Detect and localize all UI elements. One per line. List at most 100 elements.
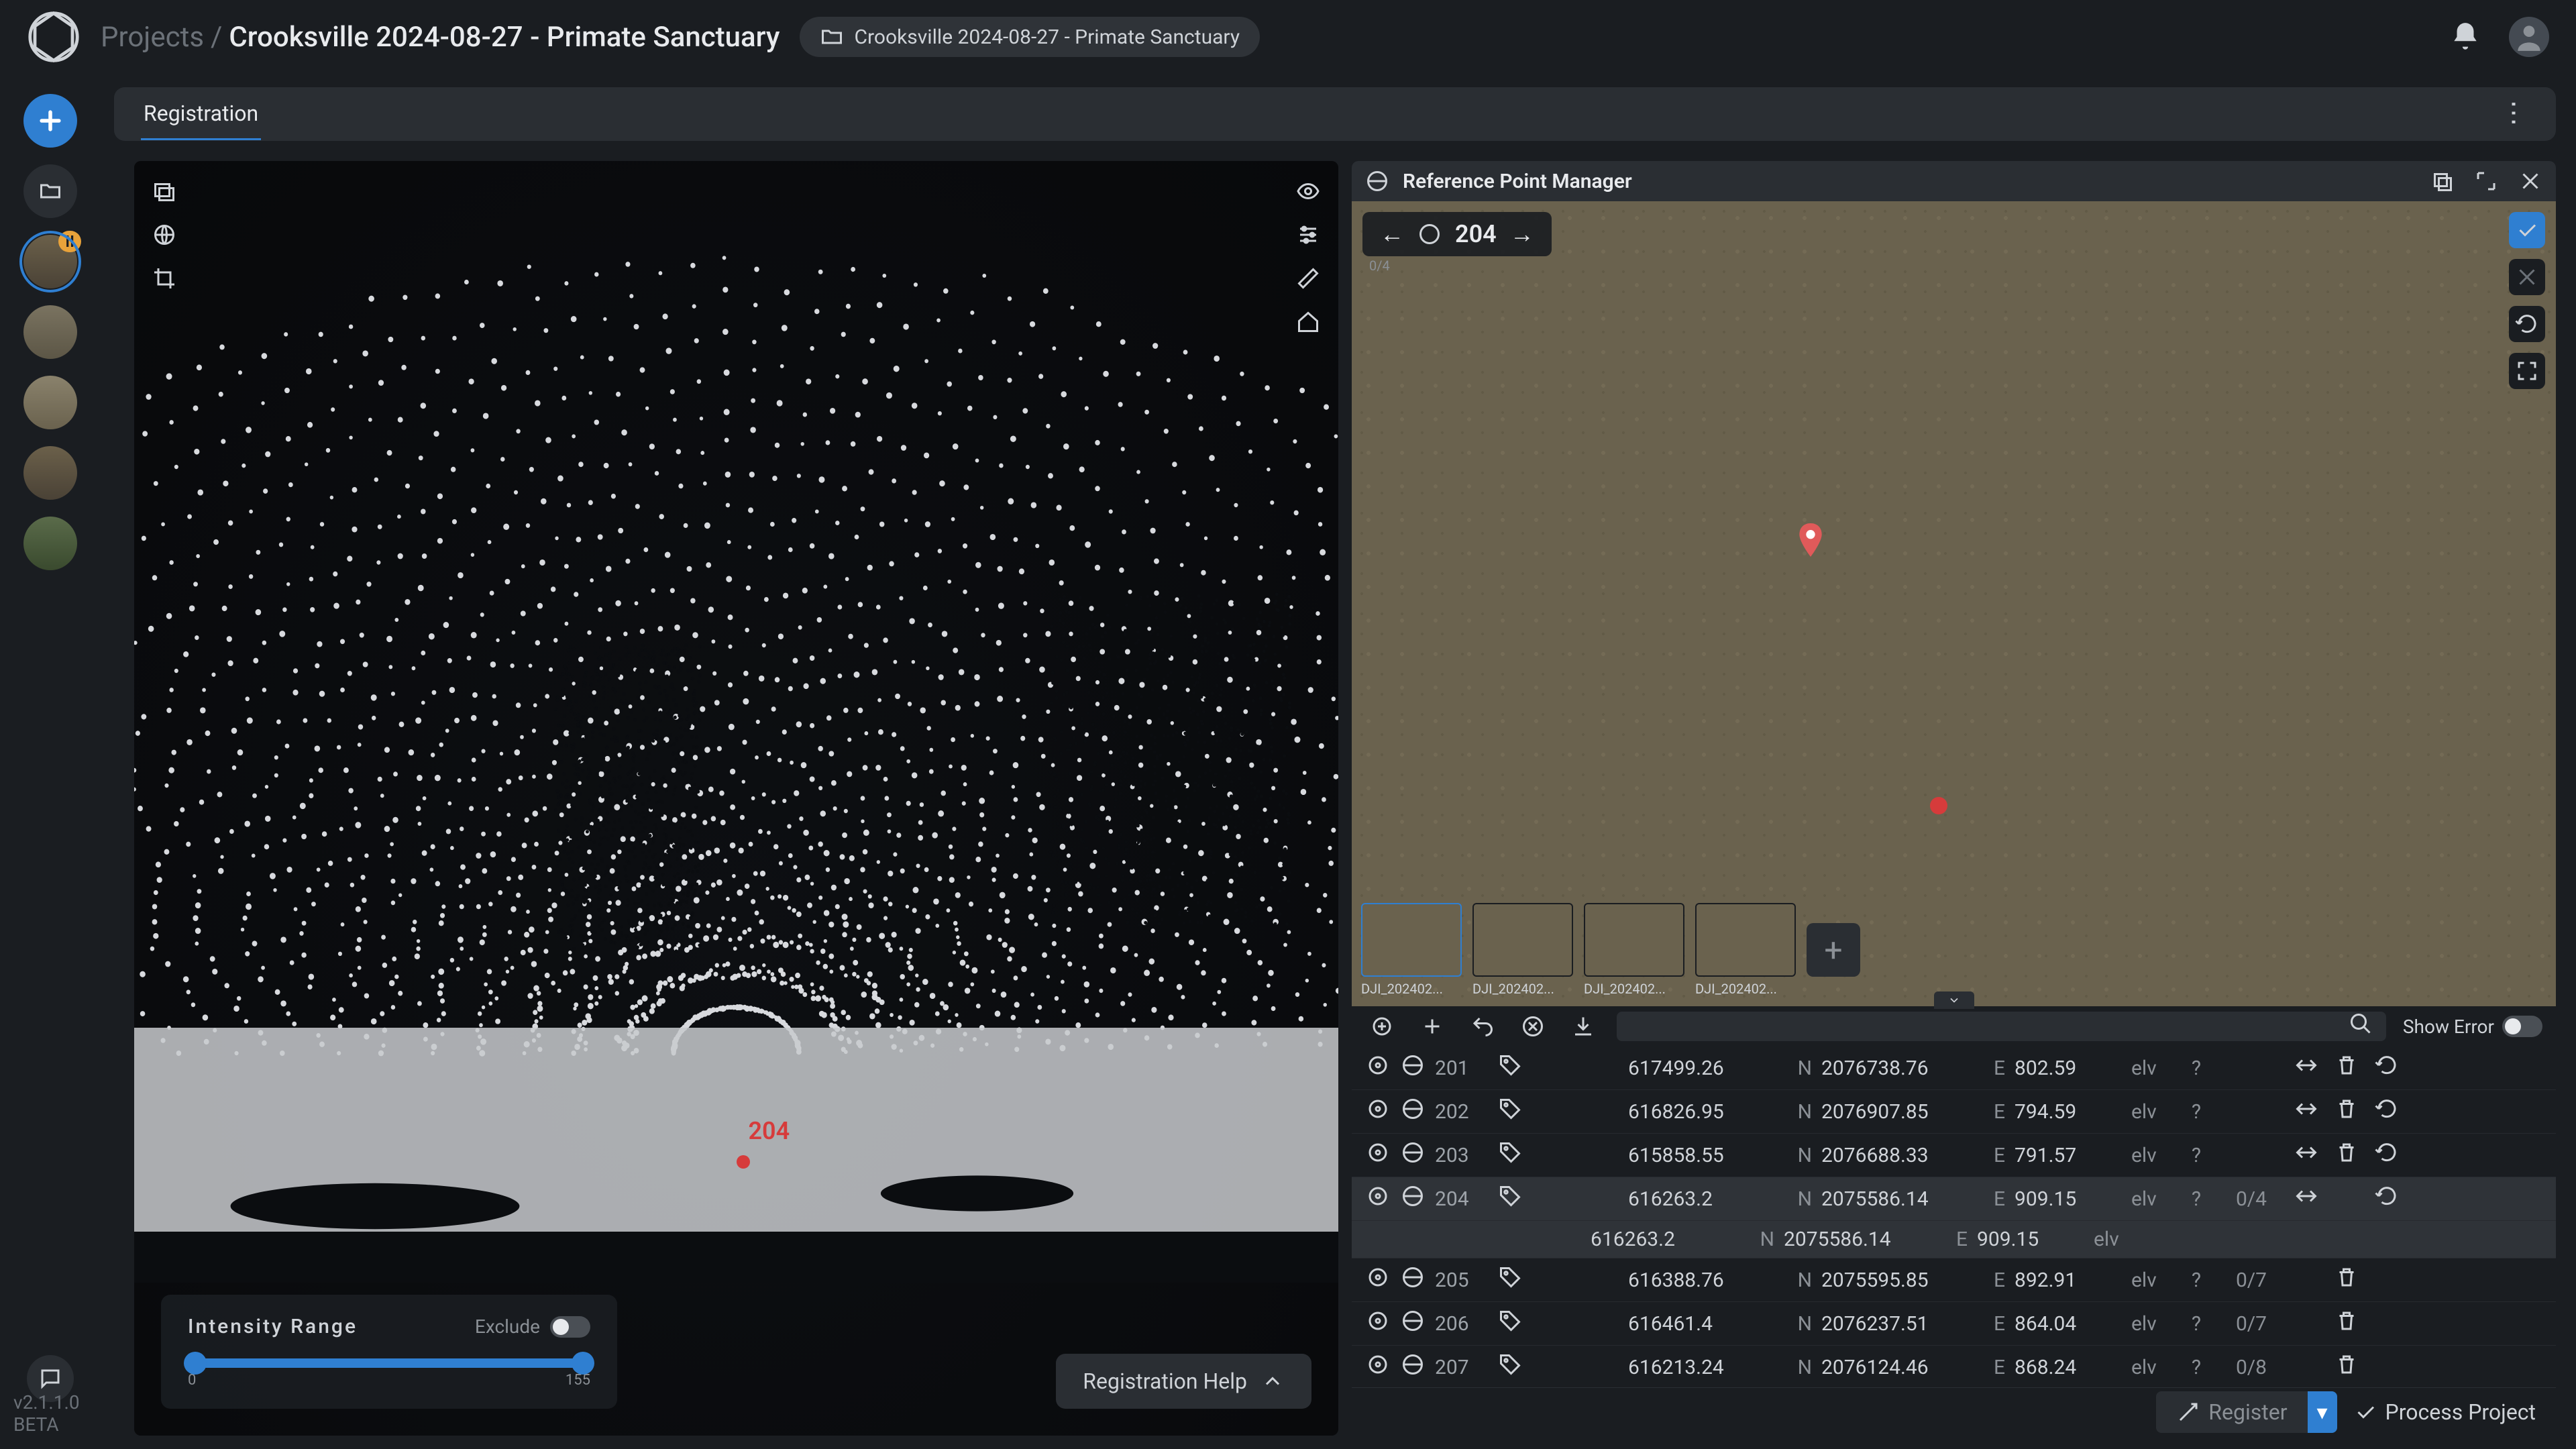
table-row[interactable]: 207 616213.24 N 2076124.46 E 868.24 elv …: [1352, 1346, 2556, 1387]
eye-icon[interactable]: [1291, 174, 1325, 208]
close-icon[interactable]: [2518, 169, 2542, 193]
crop-icon[interactable]: [148, 262, 181, 295]
download-icon[interactable]: [1566, 1010, 1600, 1043]
ref-image-viewer[interactable]: ← 204 → 0/4 DJI_202402... DJI_202402... …: [1352, 201, 2556, 1006]
nav-next-icon[interactable]: →: [1510, 220, 1534, 248]
slider-handle-min[interactable]: [184, 1352, 207, 1375]
info-icon[interactable]: ?: [2181, 1100, 2212, 1124]
target-icon[interactable]: [1365, 1352, 1391, 1382]
ref-marker-2[interactable]: [1930, 797, 1947, 814]
info-icon[interactable]: ?: [2181, 1144, 2212, 1167]
ref-pin-icon[interactable]: [1797, 523, 1824, 562]
trash-icon[interactable]: [2331, 1309, 2362, 1338]
chevron-down-icon[interactable]: [1934, 991, 1974, 1009]
reset-icon[interactable]: [2371, 1053, 2402, 1083]
globe-icon[interactable]: [1400, 1097, 1426, 1126]
project-chip[interactable]: Crooksville 2024-08-27 - Primate Sanctua…: [800, 17, 1260, 57]
expand-icon[interactable]: [2474, 169, 2498, 193]
tag-icon[interactable]: [1498, 1097, 1619, 1126]
tag-icon[interactable]: [1498, 1184, 1619, 1214]
globe-icon[interactable]: [1400, 1184, 1426, 1214]
globe-icon[interactable]: [1400, 1309, 1426, 1338]
trash-icon[interactable]: [2331, 1265, 2362, 1295]
adjust-icon[interactable]: [2291, 1140, 2322, 1170]
target-icon[interactable]: [1365, 1140, 1391, 1170]
tag-icon[interactable]: [1498, 1309, 1619, 1338]
trash-icon[interactable]: [2331, 1140, 2362, 1170]
target-icon[interactable]: [1365, 1309, 1391, 1338]
nav-prev-icon[interactable]: ←: [1380, 220, 1404, 248]
add-button[interactable]: [23, 94, 77, 148]
table-row[interactable]: 203 615858.55 N 2076688.33 E 791.57 elv …: [1352, 1134, 2556, 1177]
fullscreen-icon[interactable]: [2509, 353, 2545, 389]
sidebar-scan-thumb-4[interactable]: [23, 446, 77, 500]
cancel-icon[interactable]: [2509, 259, 2545, 295]
info-icon[interactable]: ?: [2181, 1356, 2212, 1379]
pointcloud-viewer[interactable]: 204 Intensity Range Exclude: [134, 161, 1338, 1436]
pointcloud-marker[interactable]: [737, 1155, 750, 1169]
target-icon[interactable]: [1365, 1265, 1391, 1295]
sidebar-scan-thumb-1[interactable]: II: [23, 235, 77, 288]
check-icon[interactable]: [2509, 212, 2545, 248]
window-restore-icon[interactable]: [2430, 169, 2454, 193]
plus-icon[interactable]: [1415, 1010, 1449, 1043]
info-icon[interactable]: ?: [2181, 1057, 2212, 1080]
app-logo-icon[interactable]: [27, 10, 80, 64]
sidebar-scan-thumb-5[interactable]: [23, 517, 77, 570]
breadcrumb-root[interactable]: Projects: [101, 21, 204, 54]
ref-thumb-2[interactable]: DJI_202402...: [1472, 903, 1573, 997]
clear-icon[interactable]: [1516, 1010, 1550, 1043]
reset-icon[interactable]: [2371, 1140, 2402, 1170]
process-project-button[interactable]: Process Project: [2353, 1399, 2536, 1425]
table-row[interactable]: 205 616388.76 N 2075595.85 E 892.91 elv …: [1352, 1258, 2556, 1302]
images-icon[interactable]: [148, 174, 181, 208]
target-icon[interactable]: [1365, 1184, 1391, 1214]
home-icon[interactable]: [1291, 305, 1325, 339]
tag-icon[interactable]: [1498, 1053, 1619, 1083]
target-icon[interactable]: [1365, 1053, 1391, 1083]
ref-thumb-4[interactable]: DJI_202402...: [1695, 903, 1796, 997]
table-row[interactable]: 201 617499.26 N 2076738.76 E 802.59 elv …: [1352, 1046, 2556, 1090]
table-row[interactable]: 204 616263.2 N 2075586.14 E 909.15 elv ?…: [1352, 1177, 2556, 1221]
ref-thumb-3[interactable]: DJI_202402...: [1584, 903, 1684, 997]
globe-icon[interactable]: [1400, 1265, 1426, 1295]
sliders-icon[interactable]: [1291, 218, 1325, 252]
bell-icon[interactable]: [2449, 20, 2482, 54]
target-icon[interactable]: [1365, 1097, 1391, 1126]
slider-handle-max[interactable]: [572, 1352, 594, 1375]
register-dropdown-icon[interactable]: ▾: [2308, 1391, 2337, 1433]
tag-icon[interactable]: [1498, 1352, 1619, 1382]
tag-icon[interactable]: [1498, 1140, 1619, 1170]
target-add-icon[interactable]: [1365, 1010, 1399, 1043]
tabbar-more-icon[interactable]: ⋯: [2499, 99, 2530, 129]
exclude-toggle[interactable]: [550, 1316, 590, 1338]
ruler-icon[interactable]: [1291, 262, 1325, 295]
adjust-icon[interactable]: [2291, 1097, 2322, 1126]
globe-icon[interactable]: [1400, 1053, 1426, 1083]
trash-icon[interactable]: [2331, 1053, 2362, 1083]
search-input[interactable]: [1617, 1012, 2386, 1041]
reset-icon[interactable]: [2371, 1097, 2402, 1126]
registration-help-button[interactable]: Registration Help: [1056, 1354, 1311, 1409]
avatar[interactable]: [2509, 17, 2549, 57]
trash-icon[interactable]: [2331, 1352, 2362, 1382]
info-icon[interactable]: ?: [2181, 1269, 2212, 1292]
reset-icon[interactable]: [2371, 1184, 2402, 1214]
globe-icon[interactable]: [148, 218, 181, 252]
sidebar-item-projects[interactable]: [23, 164, 77, 218]
adjust-icon[interactable]: [2291, 1053, 2322, 1083]
ref-thumb-add[interactable]: +: [1807, 923, 1860, 977]
register-button[interactable]: Register ▾: [2156, 1391, 2337, 1433]
refresh-icon[interactable]: [2509, 306, 2545, 342]
undo-icon[interactable]: [1466, 1010, 1499, 1043]
sidebar-scan-thumb-2[interactable]: [23, 305, 77, 359]
info-icon[interactable]: ?: [2181, 1312, 2212, 1336]
info-icon[interactable]: ?: [2181, 1187, 2212, 1211]
tag-icon[interactable]: [1498, 1265, 1619, 1295]
globe-icon[interactable]: [1400, 1140, 1426, 1170]
table-row[interactable]: 206 616461.4 N 2076237.51 E 864.04 elv ?…: [1352, 1302, 2556, 1346]
tab-registration[interactable]: Registration: [141, 89, 261, 140]
trash-icon[interactable]: [2331, 1097, 2362, 1126]
ref-thumb-1[interactable]: DJI_202402...: [1361, 903, 1462, 997]
sidebar-scan-thumb-3[interactable]: [23, 376, 77, 429]
